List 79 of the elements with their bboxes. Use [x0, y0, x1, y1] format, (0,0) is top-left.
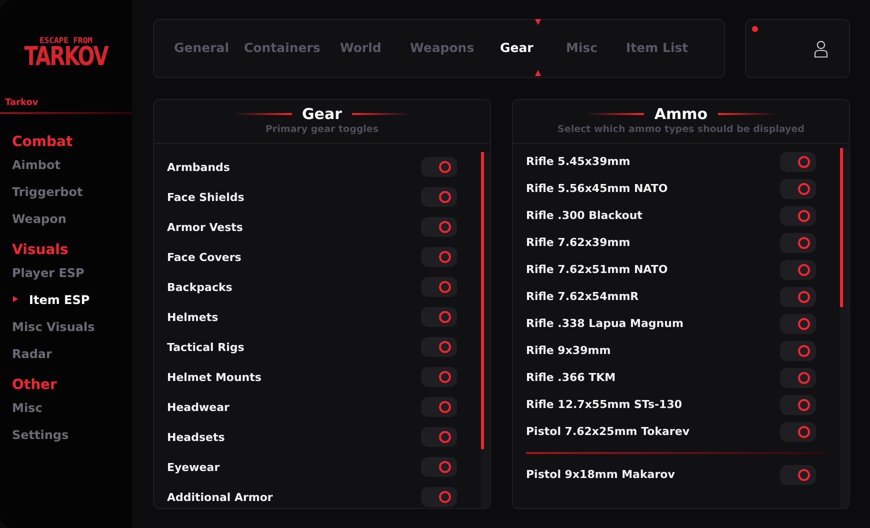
brand-label: Tarkov [5, 98, 40, 108]
toggle-switch[interactable] [421, 187, 457, 207]
scrollbar-thumb[interactable] [840, 148, 843, 307]
toggle-switch[interactable] [780, 464, 816, 484]
toggle-switch[interactable] [421, 457, 457, 477]
toggle-switch[interactable] [421, 487, 457, 507]
sidebar-item[interactable]: Player ESP [12, 263, 132, 290]
toggle-switch[interactable] [421, 427, 457, 447]
option-label: Rifle 5.45x39mm [526, 155, 630, 168]
indicator-icon [535, 19, 541, 25]
toggle-switch[interactable] [421, 247, 457, 267]
sidebar-item[interactable]: Radar [12, 344, 132, 371]
toggle-switch[interactable] [780, 314, 816, 334]
toggle-switch[interactable] [780, 368, 816, 388]
option-label: Additional Armor [167, 490, 273, 504]
toggle-switch[interactable] [421, 217, 457, 237]
option-label: Headwear [167, 400, 230, 414]
toggle-switch[interactable] [421, 277, 457, 297]
panel-title: Ammo [654, 105, 708, 123]
toggle-switch[interactable] [780, 152, 816, 172]
option-label: Rifle 5.56x45mm NATO [526, 182, 668, 195]
option-label: Helmet Mounts [167, 370, 262, 384]
option-label: Rifle .366 TKM [526, 371, 616, 384]
panel-subtitle: Select which ammo types should be displayed [558, 124, 804, 135]
toggle-switch[interactable] [780, 260, 816, 280]
toggle-switch[interactable] [780, 206, 816, 226]
scrollbar-thumb[interactable] [481, 152, 484, 449]
section-heading: Visuals [12, 242, 70, 258]
tab[interactable]: Containers [244, 19, 340, 78]
toggle-switch[interactable] [780, 340, 816, 360]
toggle-switch[interactable] [421, 367, 457, 387]
option-label: Backpacks [167, 280, 232, 294]
panel-title: Gear [302, 105, 342, 123]
sidebar-item[interactable]: Aimbot [12, 155, 132, 182]
tab[interactable]: Weapons [410, 19, 500, 78]
tab[interactable]: General [174, 19, 244, 78]
user-icon[interactable] [814, 40, 828, 58]
panel-subtitle: Primary gear toggles [265, 124, 379, 135]
toggle-switch[interactable] [780, 232, 816, 252]
tab[interactable]: Gear [500, 19, 566, 78]
indicator-icon [535, 70, 541, 76]
toggle-switch[interactable] [780, 422, 816, 442]
tab[interactable]: Misc [566, 19, 626, 78]
sidebar-item[interactable]: Misc Visuals [12, 317, 132, 344]
option-label: Helmets [167, 310, 218, 324]
toggle-switch[interactable] [780, 178, 816, 198]
sidebar-item[interactable]: Misc [12, 398, 132, 425]
option-label: Armor Vests [167, 220, 243, 234]
toggle-switch[interactable] [421, 157, 457, 177]
option-label: Rifle .338 Lapua Magnum [526, 317, 684, 330]
option-label: Rifle .300 Blackout [526, 209, 642, 222]
sidebar-item[interactable]: Item ESP [12, 290, 132, 317]
tab[interactable]: Item List [626, 19, 706, 78]
toggle-switch[interactable] [780, 394, 816, 414]
logo-text: ESCAPE FROM [40, 36, 92, 45]
option-label: Tactical Rigs [167, 340, 244, 354]
tab[interactable]: World [340, 19, 410, 78]
toggle-switch[interactable] [421, 397, 457, 417]
toggle-switch[interactable] [780, 286, 816, 306]
option-label: Rifle 12.7x55mm STs-130 [526, 398, 682, 411]
option-label: Rifle 7.62x51mm NATO [526, 263, 668, 276]
option-label: Pistol 9x18mm Makarov [526, 468, 675, 481]
option-label: Face Shields [167, 190, 244, 204]
option-label: Pistol 7.62x25mm Tokarev [526, 425, 690, 438]
option-label: Rifle 9x39mm [526, 344, 611, 357]
option-label: Armbands [167, 160, 230, 174]
toggle-switch[interactable] [421, 307, 457, 327]
option-label: Eyewear [167, 460, 220, 474]
sidebar-item[interactable]: Weapon [12, 209, 132, 236]
option-label: Headsets [167, 430, 225, 444]
option-label: Rifle 7.62x39mm [526, 236, 630, 249]
option-label: Face Covers [167, 250, 242, 264]
section-heading: Other [12, 377, 58, 393]
caret-icon [13, 296, 18, 302]
sidebar-item[interactable]: Settings [12, 425, 132, 452]
toggle-switch[interactable] [421, 337, 457, 357]
section-heading: Combat [12, 134, 74, 150]
sidebar-item[interactable]: Triggerbot [12, 182, 132, 209]
option-label: Rifle 7.62x54mmR [526, 290, 639, 303]
